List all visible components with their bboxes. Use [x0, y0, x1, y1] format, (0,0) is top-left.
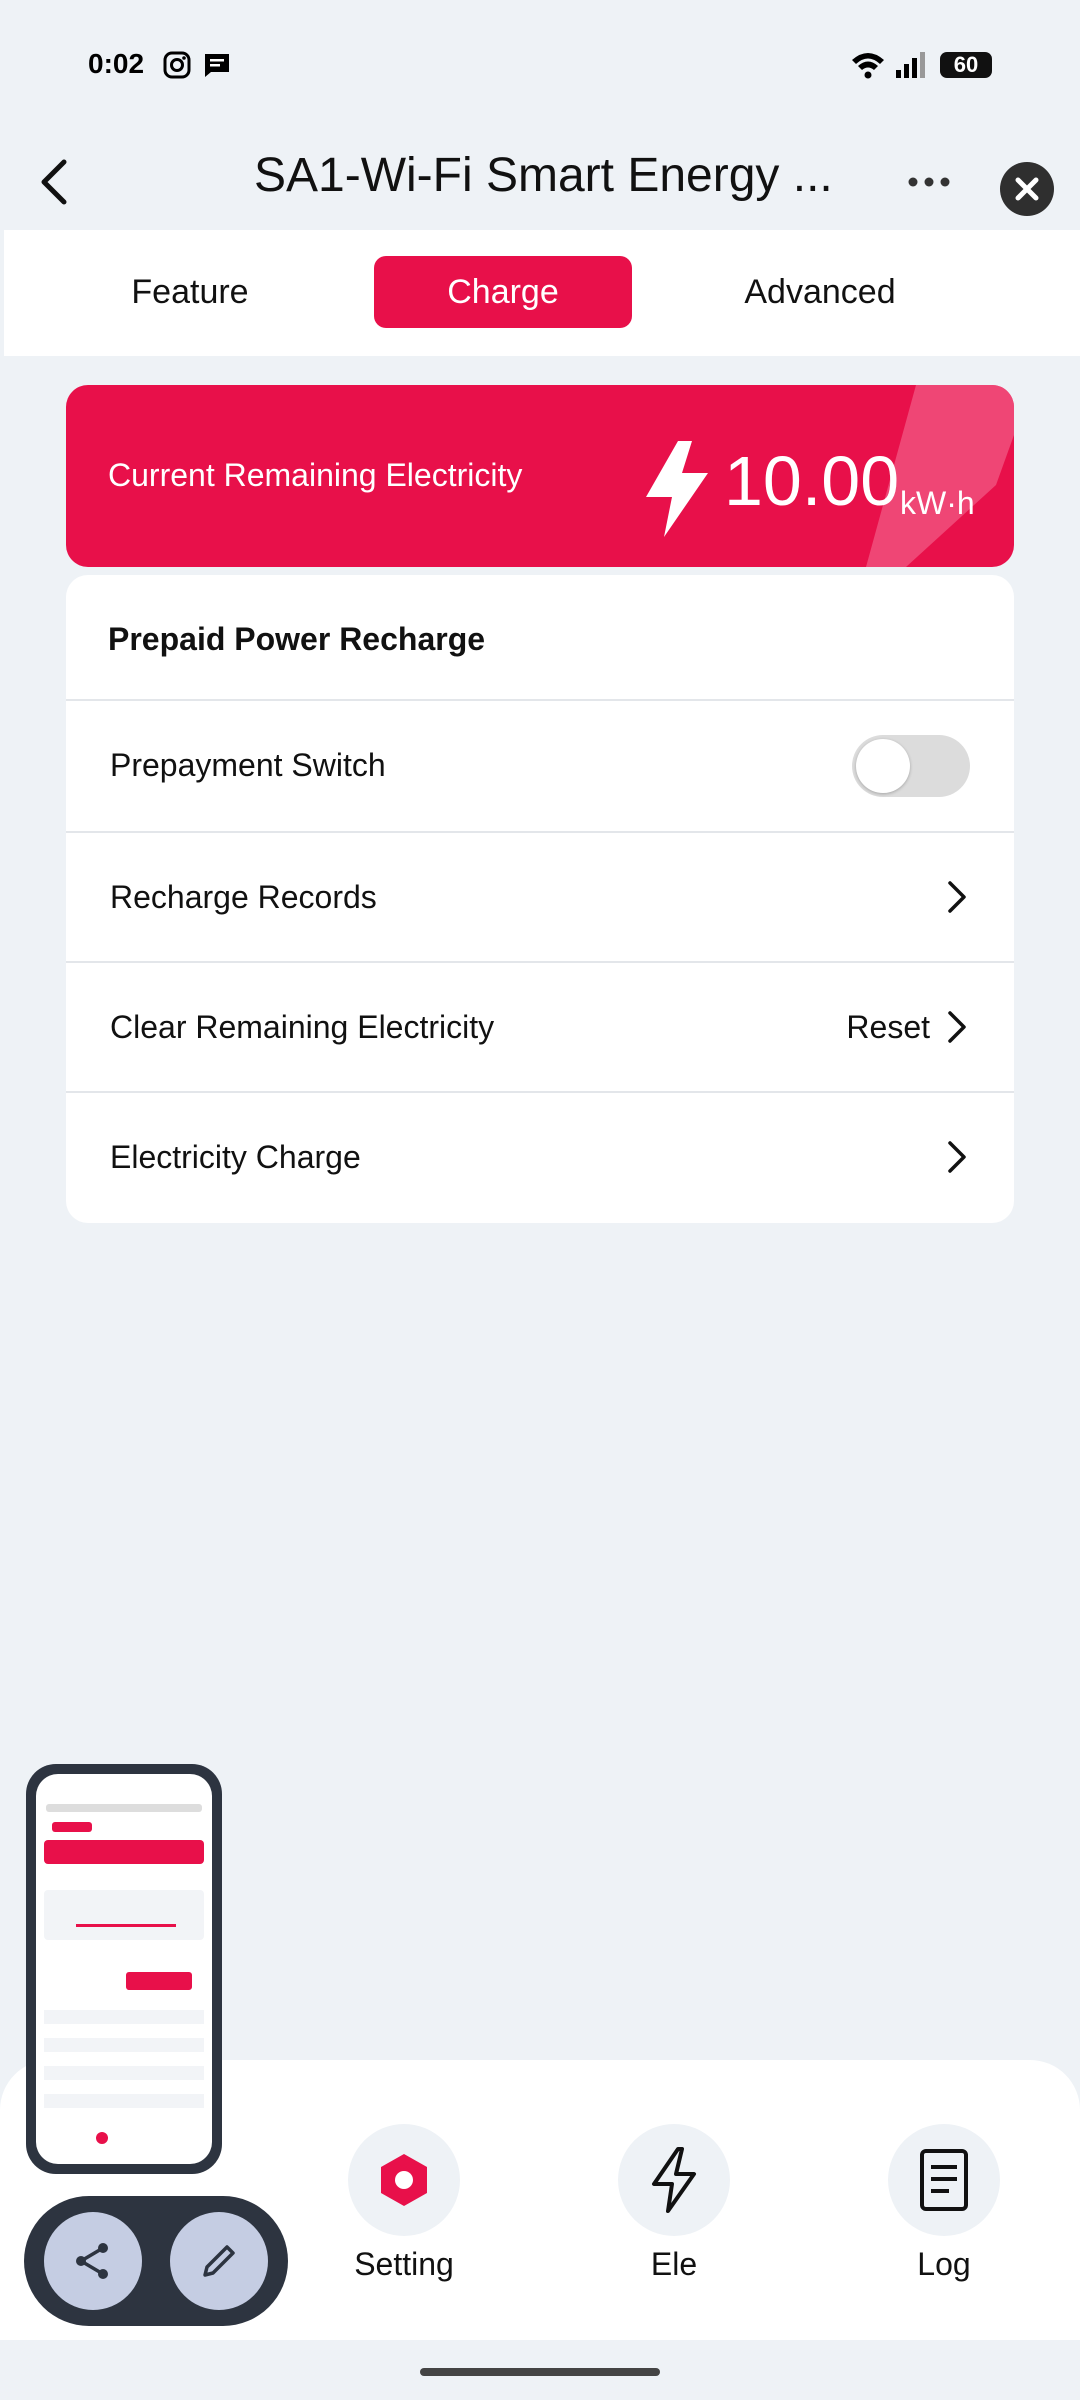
remaining-electricity-value: 10.00 — [724, 442, 900, 520]
wifi-icon — [850, 50, 886, 80]
home-indicator[interactable] — [420, 2368, 660, 2376]
prepayment-toggle[interactable] — [852, 735, 970, 797]
document-icon — [888, 2124, 1000, 2236]
tab-charge[interactable]: Charge — [374, 256, 632, 328]
battery-indicator: 60 — [940, 52, 992, 78]
tab-advanced[interactable]: Advanced — [690, 256, 950, 328]
preview-action-tray — [24, 2196, 288, 2326]
status-bar: 0:02 60 — [0, 0, 1080, 130]
recharge-records-row[interactable]: Recharge Records — [66, 831, 1014, 963]
toggle-knob — [856, 739, 910, 793]
prepayment-switch-row: Prepayment Switch — [66, 699, 1014, 831]
clear-remaining-label: Clear Remaining Electricity — [110, 1009, 495, 1045]
nav-log[interactable]: Log — [864, 2124, 1024, 2283]
tab-bar: Feature Charge Advanced — [4, 230, 1080, 356]
nav-ele-label: Ele — [650, 2246, 698, 2282]
chevron-right-icon — [948, 1141, 966, 1173]
signal-icon — [894, 50, 930, 80]
hexagon-setting-icon — [348, 2124, 460, 2236]
instagram-icon — [162, 50, 192, 80]
share-icon — [76, 2243, 108, 2279]
card-heading: Prepaid Power Recharge — [108, 621, 486, 657]
nav-setting[interactable]: Setting — [324, 2124, 484, 2283]
clear-remaining-row[interactable]: Clear Remaining Electricity Reset — [66, 961, 1014, 1093]
app-header: SA1-Wi-Fi Smart Energy ... — [0, 130, 1080, 230]
share-button[interactable] — [44, 2212, 142, 2310]
back-icon[interactable] — [30, 154, 80, 210]
more-options-icon[interactable] — [906, 162, 952, 192]
electricity-charge-label: Electricity Charge — [110, 1139, 361, 1175]
close-icon[interactable] — [1000, 162, 1054, 216]
reset-value: Reset — [846, 1009, 930, 1045]
remaining-electricity-label: Current Remaining Electricity — [108, 457, 523, 493]
prepaid-recharge-card: Prepaid Power Recharge Prepayment Switch… — [66, 575, 1014, 1223]
chevron-right-icon — [948, 1011, 966, 1043]
nav-setting-label: Setting — [354, 2246, 454, 2282]
electricity-charge-row[interactable]: Electricity Charge — [66, 1091, 1014, 1223]
recharge-records-label: Recharge Records — [110, 879, 377, 915]
prepayment-switch-label: Prepayment Switch — [110, 747, 386, 783]
page-title: SA1-Wi-Fi Smart Energy ... — [254, 149, 833, 202]
screenshot-preview-thumbnail[interactable] — [26, 1764, 222, 2174]
lightning-icon — [646, 441, 708, 537]
edit-button[interactable] — [170, 2212, 268, 2310]
pencil-icon — [203, 2245, 235, 2277]
message-icon — [202, 50, 232, 80]
nav-ele[interactable]: Ele — [594, 2124, 754, 2283]
nav-log-label: Log — [917, 2246, 971, 2282]
remaining-electricity-banner: Current Remaining Electricity 10.00 kW·h — [66, 385, 1014, 567]
tab-feature[interactable]: Feature — [60, 256, 320, 328]
preview-screen — [36, 1774, 212, 2164]
lightning-icon — [618, 2124, 730, 2236]
remaining-electricity-unit: kW·h — [900, 485, 975, 521]
chevron-right-icon — [948, 881, 966, 913]
status-time: 0:02 — [88, 48, 145, 79]
